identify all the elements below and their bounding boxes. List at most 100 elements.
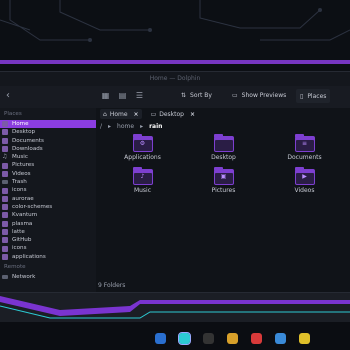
- sidebar-item-label: Desktop: [12, 129, 36, 136]
- preview-icon: ▭: [232, 92, 238, 99]
- browser-icon[interactable]: [251, 333, 262, 344]
- view-mode-group: ▦ ▤ ☰: [100, 91, 145, 101]
- chevron-right-icon: ▸: [108, 122, 112, 130]
- settings-icon[interactable]: [227, 333, 238, 344]
- sidebar-item-label: GitHub: [12, 237, 32, 244]
- preview-label: Show Previews: [241, 92, 287, 99]
- show-previews-button[interactable]: ▭ Show Previews: [232, 92, 286, 99]
- tab-label: Desktop: [159, 110, 184, 118]
- folder-icon: [2, 237, 8, 244]
- sidebar-item-label: aurorae: [12, 195, 34, 202]
- folder-label: Pictures: [211, 187, 236, 194]
- places-label: Places: [307, 92, 327, 100]
- folder-tile[interactable]: ≡ Documents: [264, 134, 345, 161]
- app-launcher-icon[interactable]: [155, 333, 166, 344]
- folder-grid: ⚙ Applications Desktop ≡ Documents ♪ Music ▣ Pic…: [102, 134, 346, 194]
- sidebar-item-downloads[interactable]: Downloads: [0, 145, 96, 153]
- sidebar-item-icons[interactable]: icons: [0, 186, 96, 194]
- toolbar: ‹ ▦ ▤ ☰ ⇅ Sort By ▭ Show Previews ▯ Plac…: [0, 86, 350, 109]
- folder-icon: [2, 195, 8, 202]
- tab-desktop[interactable]: ▭ Desktop ×: [148, 109, 198, 119]
- file-manager-icon[interactable]: [178, 332, 191, 345]
- sidebar-item-label: Kvantum: [12, 212, 38, 219]
- sidebar-item-label: Music: [12, 154, 28, 161]
- terminal-icon[interactable]: [203, 333, 214, 344]
- details-view-icon[interactable]: ☰: [134, 91, 145, 101]
- folder-icon: [2, 187, 8, 194]
- folder-label: Videos: [294, 187, 315, 194]
- sidebar-item-github[interactable]: GitHub: [0, 236, 96, 244]
- folder-label: Applications: [124, 154, 161, 161]
- sidebar-item-label: Network: [12, 274, 36, 281]
- sidebar-item-pictures[interactable]: Pictures: [0, 161, 96, 169]
- sidebar-item-label: Trash: [12, 179, 27, 186]
- breadcrumb-root[interactable]: /: [100, 123, 102, 130]
- folder-icon: [2, 245, 8, 252]
- close-tab-icon[interactable]: ×: [134, 111, 139, 118]
- sidebar-item-music[interactable]: ♫ Music: [0, 153, 96, 161]
- sidebar-item-label: Downloads: [12, 145, 43, 152]
- close-tab-icon[interactable]: ×: [190, 111, 195, 118]
- sidebar-item-videos[interactable]: Videos: [0, 170, 96, 178]
- back-arrow-icon[interactable]: ‹: [6, 90, 16, 101]
- folder-icon: [2, 212, 8, 219]
- places-toggle-button[interactable]: ▯ Places: [296, 89, 331, 103]
- sidebar-item-icons[interactable]: icons: [0, 244, 96, 252]
- sidebar-item-latte[interactable]: latte: [0, 228, 96, 236]
- file-view: ⌂ Home × ▭ Desktop × / ▸ home ▸ rain ⚙ Ap…: [96, 108, 350, 292]
- folder-glyph: ♪: [140, 173, 145, 180]
- folder-icon: [2, 229, 8, 235]
- videos-folder-icon: [2, 170, 8, 177]
- folder-icon: [2, 253, 8, 260]
- sidebar-item-label: icons: [12, 245, 27, 252]
- sidebar-item-network[interactable]: Network: [0, 273, 96, 281]
- places-panel: Places Home Desktop Documents Downloads ♫ Mus…: [0, 108, 96, 292]
- tab-home[interactable]: ⌂ Home ×: [100, 109, 142, 119]
- sidebar-item-label: plasma: [12, 220, 33, 227]
- folder-tile[interactable]: ▶ Videos: [264, 167, 345, 194]
- sidebar-item-home[interactable]: Home: [0, 120, 96, 129]
- chevron-right-icon: ▸: [140, 122, 144, 130]
- folder-icon: ▣: [213, 167, 234, 185]
- folder-tile[interactable]: ▣ Pictures: [183, 167, 264, 194]
- remote-heading: Remote: [4, 264, 26, 271]
- icons-view-icon[interactable]: ▦: [100, 91, 111, 101]
- tab-bar: ⌂ Home × ▭ Desktop ×: [96, 108, 350, 120]
- folder-tile[interactable]: Desktop: [183, 134, 264, 161]
- breadcrumb: / ▸ home ▸ rain: [96, 120, 350, 132]
- sidebar-item-label: icons: [12, 187, 27, 194]
- dock: [155, 332, 310, 345]
- folder-icon: ▶: [294, 167, 315, 185]
- folder-glyph: ▣: [220, 173, 227, 180]
- sidebar-item-applications[interactable]: applications: [0, 253, 96, 261]
- sort-label: Sort By: [190, 92, 212, 99]
- folder-tile[interactable]: ♪ Music: [102, 167, 183, 194]
- folder-icon: ♪: [132, 167, 153, 185]
- sidebar-item-documents[interactable]: Documents: [0, 137, 96, 145]
- sidebar-item-aurorae[interactable]: aurorae: [0, 195, 96, 203]
- music-player-icon[interactable]: [275, 333, 286, 344]
- sidebar-item-label: color-schemes: [12, 203, 53, 210]
- documents-folder-icon: [2, 137, 8, 144]
- sidebar-item-kvantum[interactable]: Kvantum: [0, 211, 96, 219]
- sidebar-item-trash[interactable]: Trash: [0, 178, 96, 186]
- sidebar-item-color-schemes[interactable]: color-schemes: [0, 203, 96, 211]
- breadcrumb-home[interactable]: home: [117, 123, 134, 130]
- compact-view-icon[interactable]: ▤: [117, 91, 128, 101]
- sidebar-item-plasma[interactable]: plasma: [0, 220, 96, 228]
- sidebar-item-desktop[interactable]: Desktop: [0, 128, 96, 136]
- music-note-icon: ♫: [2, 153, 8, 161]
- desktop-folder-icon: [2, 129, 8, 136]
- home-icon: [2, 121, 8, 128]
- folder-label: Music: [133, 187, 152, 194]
- sidebar-item-label: Documents: [12, 137, 44, 144]
- folder-icon: [2, 204, 8, 211]
- sort-by-button[interactable]: ⇅ Sort By: [181, 92, 212, 99]
- folder-label: Desktop: [211, 154, 236, 161]
- folder-tile[interactable]: ⚙ Applications: [102, 134, 183, 161]
- system-monitor-icon[interactable]: [299, 333, 310, 344]
- breadcrumb-current[interactable]: rain: [149, 123, 162, 130]
- window-title: Home — Dolphin: [0, 72, 350, 86]
- folder-glyph: ≡: [301, 140, 308, 147]
- folder-label: Documents: [287, 154, 322, 161]
